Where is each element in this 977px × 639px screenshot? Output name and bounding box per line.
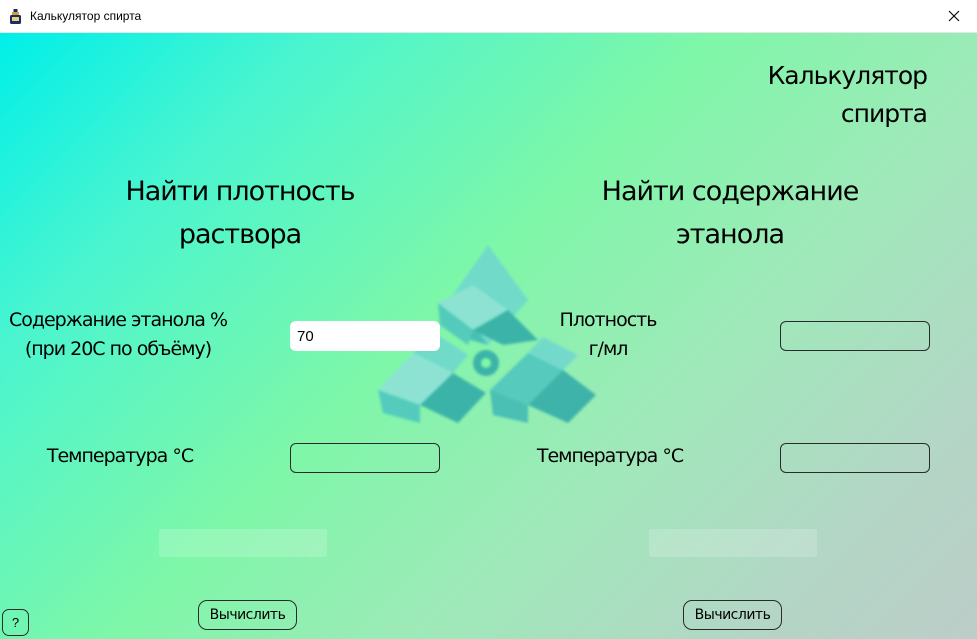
app-heading: Калькулятор спирта xyxy=(727,57,928,133)
ethanol-label-line2: (при 20С по объёму) xyxy=(24,338,212,360)
ethanol-content-label: Содержание этанола % (при 20С по объёму) xyxy=(8,306,228,364)
density-section-title: Найти плотность раствора xyxy=(70,170,410,256)
ethanol-section-title: Найти содержание этанола xyxy=(560,170,900,256)
app-heading-line1: Калькулятор xyxy=(767,61,928,90)
ethanol-title-line2: этанола xyxy=(675,219,785,250)
calculate-ethanol-button[interactable]: Вычислить xyxy=(683,600,782,630)
window-title: Калькулятор спирта xyxy=(30,9,142,23)
close-icon xyxy=(948,10,960,22)
ethanol-result-box xyxy=(649,529,817,557)
density-label: Плотность г/мл xyxy=(548,306,668,364)
ethanol-title-line1: Найти содержание xyxy=(601,176,860,207)
density-temperature-label: Температура °С xyxy=(46,445,194,467)
close-button[interactable] xyxy=(931,0,977,32)
density-label-line2: г/мл xyxy=(588,338,629,360)
title-bar: Калькулятор спирта xyxy=(0,0,977,33)
density-title-line1: Найти плотность xyxy=(125,176,355,207)
main-content: Калькулятор спирта Найти плотность раств… xyxy=(0,33,977,639)
calculate-density-button[interactable]: Вычислить xyxy=(198,600,297,630)
app-window: Калькулятор спирта Калькулятор спирта На… xyxy=(0,0,977,639)
ethanol-temperature-input[interactable] xyxy=(780,443,930,473)
density-temperature-input[interactable] xyxy=(290,443,440,473)
density-result-box xyxy=(159,529,327,557)
density-label-line1: Плотность xyxy=(559,309,658,331)
density-title-line2: раствора xyxy=(178,219,302,250)
density-input[interactable] xyxy=(780,321,930,351)
bottle-icon xyxy=(10,9,21,24)
ethanol-temperature-label: Температура °С xyxy=(536,445,684,467)
help-button[interactable]: ? xyxy=(2,609,29,636)
ethanol-label-line1: Содержание этанола % xyxy=(8,309,228,331)
ethanol-content-input[interactable] xyxy=(290,321,440,351)
app-heading-line2: спирта xyxy=(840,99,928,128)
